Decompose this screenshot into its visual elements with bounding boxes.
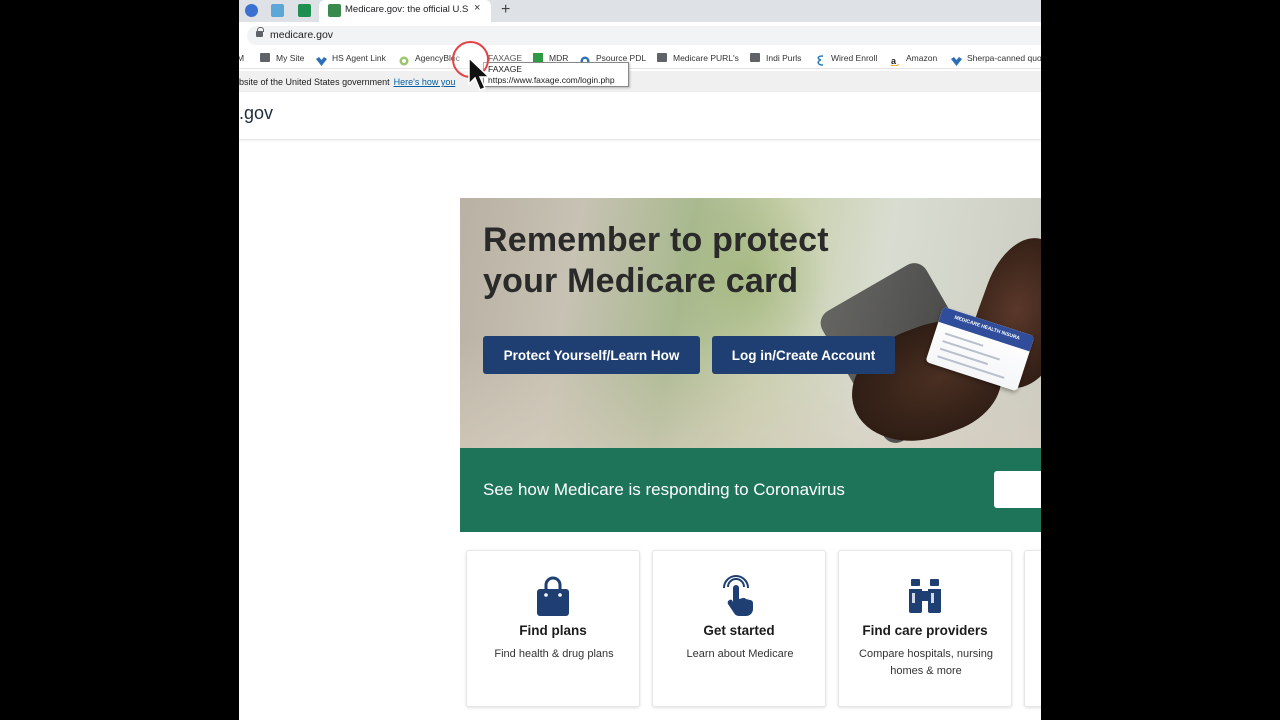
browser-window: Medicare.gov: the official U.S. g × + me… [239, 0, 1041, 720]
bookmark-indi-purls[interactable]: Indi Purls [766, 53, 801, 63]
bookmark-m[interactable]: M [239, 53, 244, 63]
hero-title-line1: Remember to protect [483, 221, 829, 259]
wired-enroll-icon [815, 53, 825, 66]
tile-get-started[interactable]: Get started Learn about Medicare [652, 550, 826, 707]
gov-banner-link[interactable]: Here's how you [394, 77, 456, 87]
tile-title: Find plans [519, 623, 587, 638]
folder-icon [750, 53, 760, 62]
svg-text:a: a [891, 56, 897, 66]
protect-yourself-button[interactable]: Protect Yourself/Learn How [483, 336, 700, 374]
mdr-icon [533, 53, 543, 62]
coronavirus-banner: See how Medicare is responding to Corona… [460, 448, 1041, 532]
tile-find-plans[interactable]: Find plans Find health & drug plans [466, 550, 640, 707]
pinned-tab-sheets-icon[interactable] [298, 4, 311, 17]
tab-medicare[interactable]: Medicare.gov: the official U.S. g × [319, 0, 491, 22]
shopping-bag-icon [533, 575, 573, 617]
tab-strip: Medicare.gov: the official U.S. g × + [239, 0, 1041, 22]
hs-logo-icon [316, 53, 327, 66]
coronavirus-button[interactable] [994, 471, 1041, 508]
site-header: e.gov [239, 92, 1041, 140]
pinned-tab-lb-icon[interactable] [271, 4, 284, 17]
pointing-hand-icon [719, 575, 759, 617]
amazon-icon: a [890, 53, 900, 67]
hero-banner: MEDICARE HEALTH INSURA Remember to prote… [460, 198, 1041, 448]
pinned-tab-chat-icon[interactable] [245, 4, 258, 17]
tile-title: Find care providers [862, 623, 988, 638]
card-line [939, 347, 989, 366]
bookmark-hs-agent-link[interactable]: HS Agent Link [332, 53, 386, 63]
bookmark-my-site[interactable]: My Site [276, 53, 304, 63]
hero-title-line2: your Medicare card [483, 262, 799, 300]
hero-title: Remember to protect your Medicare card [483, 220, 829, 302]
tile-partial[interactable] [1024, 550, 1041, 707]
medicare-favicon-icon [328, 4, 341, 17]
bookmark-wired-enroll[interactable]: Wired Enroll [831, 53, 877, 63]
sherpa-icon [951, 53, 962, 66]
tooltip-url: https://www.faxage.com/login.php [488, 75, 615, 85]
coronavirus-banner-text: See how Medicare is responding to Corona… [483, 480, 845, 499]
bookmark-amazon[interactable]: Amazon [906, 53, 937, 63]
bookmark-sherpa[interactable]: Sherpa-canned quo [967, 53, 1041, 63]
tile-desc: Find health & drug plans [494, 648, 614, 660]
binoculars-icon [905, 575, 945, 617]
gov-banner-text: ebsite of the United States government He… [239, 77, 455, 87]
folder-icon [260, 53, 270, 62]
bookmark-tooltip: FAXAGE https://www.faxage.com/login.php [483, 62, 629, 87]
mouse-pointer-icon [468, 56, 492, 93]
tile-desc: Compare hospitals, nursing homes & more [859, 648, 993, 677]
bookmarks-bar: M My Site HS Agent Link AgencyBloc FAXAG… [239, 48, 1041, 69]
medicare-logo[interactable]: e.gov [239, 103, 273, 124]
agencybloc-icon [399, 53, 409, 66]
address-bar[interactable]: medicare.gov [247, 26, 1041, 45]
tab-title: Medicare.gov: the official U.S. g [345, 4, 469, 15]
address-bar-row: medicare.gov [239, 22, 1041, 48]
tooltip-title: FAXAGE [488, 64, 523, 74]
logo-rest: .gov [239, 103, 274, 123]
psource-icon [580, 53, 590, 66]
url-text[interactable]: medicare.gov [270, 29, 333, 41]
tab-close-icon[interactable]: × [474, 2, 480, 14]
new-tab-button[interactable]: + [501, 1, 510, 19]
tile-desc: Learn about Medicare [686, 648, 794, 660]
folder-icon [657, 53, 667, 62]
lock-icon[interactable] [256, 27, 264, 38]
bookmark-medicare-purls[interactable]: Medicare PURL's [673, 53, 739, 63]
tile-find-care-providers[interactable]: Find care providers Compare hospitals, n… [838, 550, 1012, 707]
gov-banner-label: ebsite of the United States government [239, 77, 390, 87]
login-create-account-button[interactable]: Log in/Create Account [712, 336, 895, 374]
tile-title: Get started [703, 623, 775, 638]
gov-banner: ebsite of the United States government He… [239, 71, 1041, 92]
